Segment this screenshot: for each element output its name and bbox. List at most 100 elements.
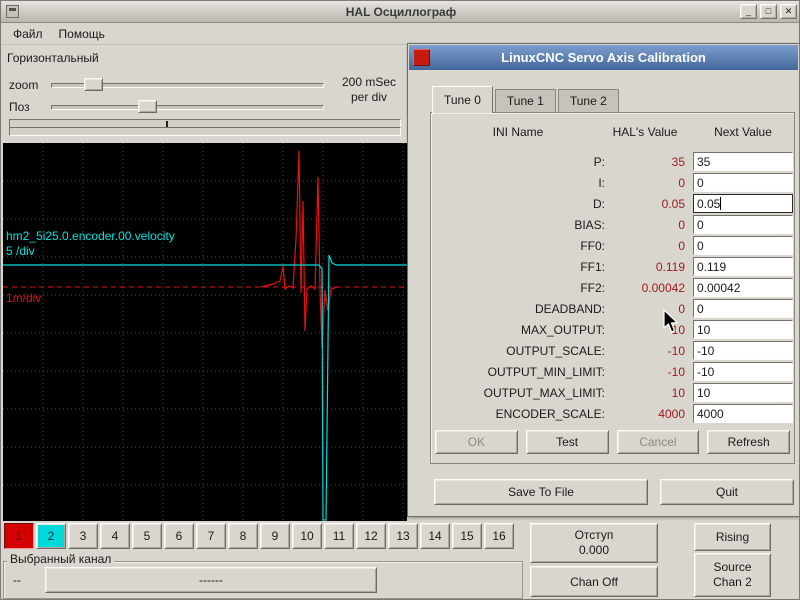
calibration-rows: P:3535I:00D:0.050.05BIAS:00FF0:00FF1:0.1… xyxy=(431,151,794,424)
calibration-row: MAX_OUTPUT:1010 xyxy=(431,319,794,340)
next-value-input[interactable]: 0.05 xyxy=(693,194,793,213)
next-value-input[interactable]: -10 xyxy=(693,341,793,360)
tab-tune-2[interactable]: Tune 2 xyxy=(558,89,619,112)
hal-value: 0.00042 xyxy=(605,281,685,295)
channel-button-8[interactable]: 8 xyxy=(228,523,258,549)
hal-value: 35 xyxy=(605,155,685,169)
hal-value: 4000 xyxy=(605,407,685,421)
titlebar-buttons: _ □ ✕ xyxy=(740,4,797,19)
channel-button-13[interactable]: 13 xyxy=(388,523,418,549)
next-value-input[interactable]: 0.00042 xyxy=(693,278,793,297)
channel-button-14[interactable]: 14 xyxy=(420,523,450,549)
ini-name-label: DEADBAND: xyxy=(431,302,605,316)
hal-value: 10 xyxy=(605,386,685,400)
tab-tune-1[interactable]: Tune 1 xyxy=(495,89,556,112)
channel-button-11[interactable]: 11 xyxy=(324,523,354,549)
next-value-text: 35 xyxy=(697,155,710,169)
cancel-button[interactable]: Cancel xyxy=(617,430,700,454)
position-label: Поз xyxy=(9,100,30,114)
channel1-scale: 1m/div xyxy=(6,291,41,305)
calibration-row: OUTPUT_MIN_LIMIT:-10-10 xyxy=(431,361,794,382)
ok-button[interactable]: OK xyxy=(435,430,518,454)
next-value-text: 10 xyxy=(697,386,710,400)
selected-channel-label: Выбранный канал xyxy=(7,552,114,566)
test-button[interactable]: Test xyxy=(526,430,609,454)
channel-button-15[interactable]: 15 xyxy=(452,523,482,549)
maximize-button[interactable]: □ xyxy=(760,4,777,19)
red-trace-spikes xyxy=(261,151,337,347)
calibration-row: BIAS:00 xyxy=(431,214,794,235)
next-value-input[interactable]: 4000 xyxy=(693,404,793,423)
dialog-action-buttons: OK Test Cancel Refresh xyxy=(435,430,790,454)
zoom-slider-thumb[interactable] xyxy=(84,78,103,91)
ini-name-label: ENCODER_SCALE: xyxy=(431,407,605,421)
position-slider-thumb[interactable] xyxy=(138,100,157,113)
channel-button-1[interactable]: 1 xyxy=(4,523,34,549)
scope-display[interactable]: hm2_5i25.0.encoder.00.velocity 5 /div 1m… xyxy=(3,143,407,521)
next-value-input[interactable]: 10 xyxy=(693,383,793,402)
channel-button-2[interactable]: 2 xyxy=(36,523,66,549)
zoom-label: zoom xyxy=(9,78,38,92)
next-value-text: 0 xyxy=(697,176,704,190)
next-value-input[interactable]: 0 xyxy=(693,236,793,255)
save-to-file-button[interactable]: Save To File xyxy=(434,479,648,505)
trigger-offset-box[interactable]: Отступ 0.000 xyxy=(530,523,658,563)
channel-button-6[interactable]: 6 xyxy=(164,523,194,549)
channel-button-7[interactable]: 7 xyxy=(196,523,226,549)
next-value-input[interactable]: 0 xyxy=(693,173,793,192)
scope-canvas xyxy=(3,143,407,521)
ini-name-label: OUTPUT_MIN_LIMIT: xyxy=(431,365,605,379)
channel2-signal-name: hm2_5i25.0.encoder.00.velocity xyxy=(6,229,175,243)
dialog-titlebar[interactable]: LinuxCNC Servo Axis Calibration xyxy=(409,45,798,70)
dialog-close-button[interactable] xyxy=(413,49,430,66)
menu-file[interactable]: Файл xyxy=(7,25,49,43)
next-value-text: -10 xyxy=(697,344,714,358)
ini-name-label: P: xyxy=(431,155,605,169)
horizontal-section-label: Горизонтальный xyxy=(7,51,99,65)
next-value-input[interactable]: -10 xyxy=(693,362,793,381)
next-value-input[interactable]: 0.119 xyxy=(693,257,793,276)
next-value-input[interactable]: 0 xyxy=(693,215,793,234)
menubar: Файл Помощь xyxy=(1,24,800,45)
ini-name-label: FF0: xyxy=(431,239,605,253)
next-value-text: -10 xyxy=(697,365,714,379)
channel-button-16[interactable]: 16 xyxy=(484,523,514,549)
column-ini-name: INI Name xyxy=(431,125,605,139)
calibration-row: FF0:00 xyxy=(431,235,794,256)
hal-value: 0 xyxy=(605,239,685,253)
next-value-input[interactable]: 10 xyxy=(693,320,793,339)
position-slider[interactable] xyxy=(51,99,324,114)
next-value-input[interactable]: 0 xyxy=(693,299,793,318)
next-value-text: 0.119 xyxy=(697,260,726,274)
main-window-title: HAL Осциллограф xyxy=(1,5,800,19)
trigger-edge-button[interactable]: Rising xyxy=(694,523,771,551)
trigger-source-button[interactable]: Source Chan 2 xyxy=(694,553,771,597)
quit-button[interactable]: Quit xyxy=(660,479,794,505)
hal-value: 0.05 xyxy=(605,197,685,211)
main-titlebar[interactable]: HAL Осциллограф _ □ ✕ xyxy=(1,1,800,23)
trigger-chan-off-button[interactable]: Chan Off xyxy=(530,566,658,597)
refresh-button[interactable]: Refresh xyxy=(707,430,790,454)
column-hal-value: HAL's Value xyxy=(605,125,685,139)
channel-button-9[interactable]: 9 xyxy=(260,523,290,549)
close-button[interactable]: ✕ xyxy=(780,4,797,19)
next-value-input[interactable]: 35 xyxy=(693,152,793,171)
channel-button-3[interactable]: 3 xyxy=(68,523,98,549)
minimize-button[interactable]: _ xyxy=(740,4,757,19)
menu-help[interactable]: Помощь xyxy=(53,25,111,43)
channel-button-12[interactable]: 12 xyxy=(356,523,386,549)
channel-button-10[interactable]: 10 xyxy=(292,523,322,549)
channel2-scale: 5 /div xyxy=(6,244,35,258)
channel-button-row: 12345678910111213141516 xyxy=(4,523,514,549)
ini-name-label: FF2: xyxy=(431,281,605,295)
tab-tune-0[interactable]: Tune 0 xyxy=(432,86,493,113)
zoom-slider[interactable] xyxy=(51,77,324,92)
selected-channel-source-button[interactable]: ------ xyxy=(45,567,377,593)
trigger-offset-value: 0.000 xyxy=(579,543,609,558)
scope-grid xyxy=(3,143,407,521)
next-value-text: 0.05 xyxy=(697,197,720,211)
tab-panel: INI Name HAL's Value Next Value P:3535I:… xyxy=(430,112,795,464)
calibration-row: ENCODER_SCALE:40004000 xyxy=(431,403,794,424)
channel-button-5[interactable]: 5 xyxy=(132,523,162,549)
channel-button-4[interactable]: 4 xyxy=(100,523,130,549)
